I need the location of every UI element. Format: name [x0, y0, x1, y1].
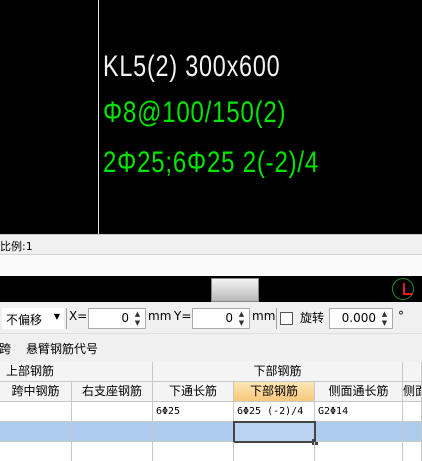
- axis-icon: [392, 278, 414, 300]
- toolbar-divider: [276, 308, 277, 329]
- y-input[interactable]: 0 ▲ ▼: [192, 308, 250, 329]
- table-cell[interactable]: [0, 402, 72, 422]
- table-cell[interactable]: [315, 442, 403, 461]
- x-unit: mm: [148, 309, 172, 323]
- table-cell[interactable]: [72, 402, 153, 422]
- beam-leader-line: [98, 0, 99, 234]
- view-tab-bar: [0, 276, 422, 302]
- rebar-annotation: 2Φ25;6Φ25 2(-2)/4: [103, 146, 320, 179]
- rotate-input[interactable]: 0.000 ▲ ▼: [329, 308, 393, 329]
- col-mid-rebar[interactable]: 跨中钢筋: [0, 382, 72, 402]
- cell-lower-through[interactable]: 6Φ25: [153, 402, 234, 422]
- group-header-lower: 下部钢筋: [153, 362, 403, 382]
- coordinate-toolbar: 不偏移 ▼ X= 0 ▲ ▼ mm Y= 0 ▲ ▼ mm 旋转 0.000 ▲ ▼ …: [0, 302, 422, 334]
- group-header-upper: 上部钢筋: [0, 362, 153, 382]
- rebar-table: 上部钢筋 下部钢筋 跨中钢筋 右支座钢筋 下通长筋 下部钢筋 侧面通长筋 侧面 …: [0, 362, 422, 461]
- tab-span[interactable]: 跨: [0, 340, 11, 357]
- cell-lower-rebar[interactable]: 6Φ25 (-2)/4: [234, 402, 315, 422]
- y-label: Y=: [174, 309, 192, 323]
- group-header-more: [403, 362, 422, 382]
- separator-strip: [0, 254, 422, 276]
- table-cell[interactable]: [403, 402, 422, 422]
- rotate-label: 旋转: [300, 311, 325, 325]
- x-input[interactable]: 0 ▲ ▼: [88, 308, 146, 329]
- x-label: X=: [69, 309, 88, 323]
- beam-name-annotation: KL5(2) 300x600: [103, 50, 281, 83]
- toolbar-divider: [66, 308, 67, 329]
- col-lower-through-rebar[interactable]: 下通长筋: [153, 382, 234, 402]
- rotate-checkbox[interactable]: [280, 312, 293, 325]
- view-tab[interactable]: [211, 278, 259, 302]
- status-bar: 比例:1: [0, 234, 422, 254]
- col-lower-rebar[interactable]: 下部钢筋: [234, 382, 315, 402]
- col-side-through-rebar[interactable]: 侧面通长筋: [315, 382, 403, 402]
- table-cell[interactable]: [234, 442, 315, 461]
- stirrup-annotation: Φ8@100/150(2): [103, 96, 287, 129]
- offset-select-value: 不偏移: [6, 313, 43, 327]
- table-cell[interactable]: [153, 442, 234, 461]
- spin-arrows-icon[interactable]: ▲ ▼: [132, 310, 143, 328]
- focused-cell[interactable]: [233, 421, 318, 445]
- degree-unit: °: [398, 309, 404, 323]
- offset-select[interactable]: 不偏移 ▼: [2, 308, 64, 329]
- y-unit: mm: [252, 309, 276, 323]
- col-side-partial[interactable]: 侧面: [403, 382, 422, 402]
- tab-cantilever-code[interactable]: 悬臂钢筋代号: [26, 340, 98, 357]
- chevron-down-icon: ▼: [53, 312, 60, 321]
- scale-label: 比例:1: [0, 240, 33, 253]
- y-input-value: 0: [225, 311, 233, 325]
- table-cell[interactable]: [72, 442, 153, 461]
- table-cell[interactable]: [403, 442, 422, 461]
- cell-side-through[interactable]: G2Φ14: [315, 402, 403, 422]
- table-cell[interactable]: [316, 422, 403, 442]
- table-cell[interactable]: [153, 422, 234, 442]
- tab-row: 跨 悬臂钢筋代号: [0, 334, 422, 362]
- spin-arrows-icon[interactable]: ▲ ▼: [379, 310, 390, 328]
- rotate-input-value: 0.000: [341, 311, 376, 325]
- x-input-value: 0: [121, 311, 129, 325]
- col-right-support-rebar[interactable]: 右支座钢筋: [72, 382, 153, 402]
- table-cell[interactable]: [403, 422, 422, 442]
- table-cell[interactable]: [0, 442, 72, 461]
- table-cell[interactable]: [72, 422, 153, 442]
- cad-canvas[interactable]: KL5(2) 300x600 Φ8@100/150(2) 2Φ25;6Φ25 2…: [0, 0, 422, 234]
- spin-arrows-icon[interactable]: ▲ ▼: [236, 310, 247, 328]
- table-cell[interactable]: [0, 422, 72, 442]
